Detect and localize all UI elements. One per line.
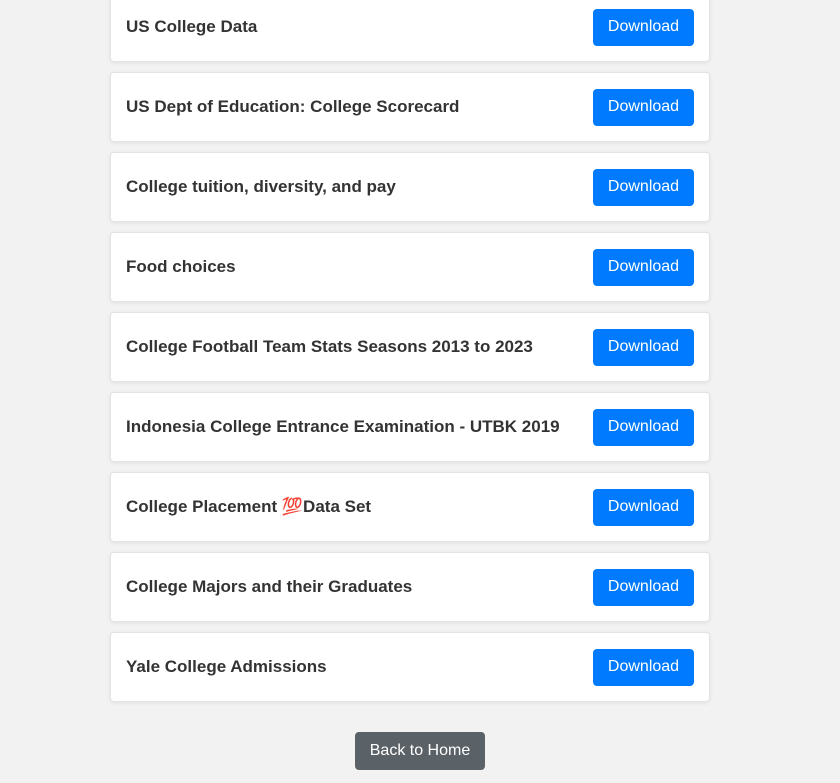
- download-button[interactable]: Download: [593, 248, 694, 286]
- download-button[interactable]: Download: [593, 88, 694, 126]
- download-button[interactable]: Download: [593, 168, 694, 206]
- dataset-card: US College Data Download: [110, 0, 710, 62]
- dataset-card: Food choices Download: [110, 232, 710, 302]
- dataset-title: Yale College Admissions: [126, 657, 327, 676]
- dataset-card: Yale College Admissions Download: [110, 632, 710, 702]
- dataset-title: College tuition, diversity, and pay: [126, 177, 396, 196]
- dataset-title: US College Data: [126, 17, 258, 36]
- page: US College Data Download US Dept of Educ…: [0, 0, 840, 783]
- dataset-title: College Placement 💯Data Set: [126, 497, 372, 516]
- dataset-card: College tuition, diversity, and pay Down…: [110, 152, 710, 222]
- back-to-home-button[interactable]: Back to Home: [355, 732, 485, 770]
- download-button[interactable]: Download: [593, 568, 694, 606]
- download-button[interactable]: Download: [593, 488, 694, 526]
- footer: Back to Home: [0, 732, 840, 770]
- dataset-card: College Placement 💯Data Set Download: [110, 472, 710, 542]
- download-button[interactable]: Download: [593, 408, 694, 446]
- dataset-card: Indonesia College Entrance Examination -…: [110, 392, 710, 462]
- dataset-card: College Majors and their Graduates Downl…: [110, 552, 710, 622]
- dataset-list: US College Data Download US Dept of Educ…: [110, 0, 710, 712]
- dataset-title: Food choices: [126, 257, 236, 276]
- dataset-card: College Football Team Stats Seasons 2013…: [110, 312, 710, 382]
- dataset-title: College Majors and their Graduates: [126, 577, 413, 596]
- download-button[interactable]: Download: [593, 648, 694, 686]
- dataset-card: US Dept of Education: College Scorecard …: [110, 72, 710, 142]
- dataset-title: College Football Team Stats Seasons 2013…: [126, 337, 533, 356]
- dataset-title: Indonesia College Entrance Examination -…: [126, 417, 560, 436]
- download-button[interactable]: Download: [593, 8, 694, 46]
- download-button[interactable]: Download: [593, 328, 694, 366]
- dataset-title: US Dept of Education: College Scorecard: [126, 97, 460, 116]
